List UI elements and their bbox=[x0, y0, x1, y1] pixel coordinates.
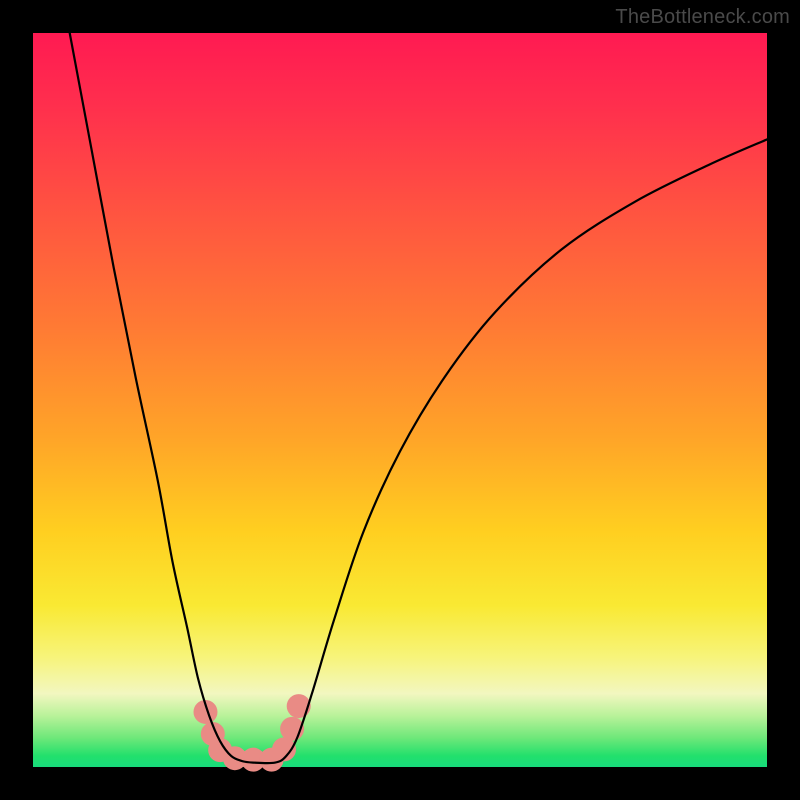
watermark-text: TheBottleneck.com bbox=[615, 6, 790, 29]
chart-svg bbox=[33, 33, 767, 767]
bottleneck-curve bbox=[70, 33, 767, 763]
chart-frame: TheBottleneck.com bbox=[0, 0, 800, 800]
marker-dots-group bbox=[193, 694, 310, 772]
plot-area bbox=[33, 33, 767, 767]
